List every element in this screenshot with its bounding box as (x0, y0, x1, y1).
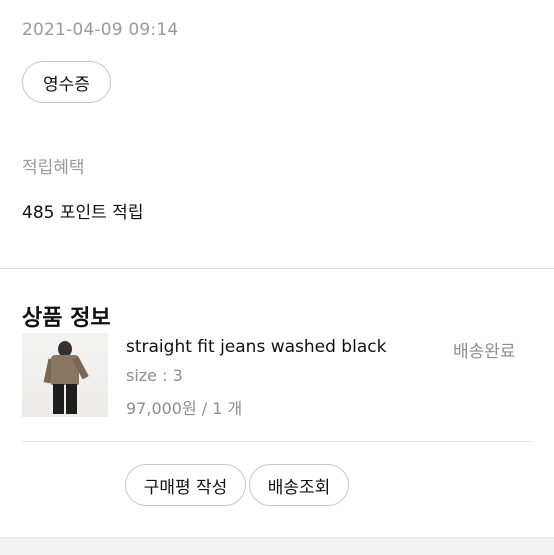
track-delivery-button[interactable]: 배송조회 (249, 464, 349, 506)
bottom-section-separator (0, 537, 554, 555)
product-info-title: 상품 정보 (22, 306, 111, 331)
delivery-status: 배송완료 (453, 342, 516, 362)
product-thumbnail[interactable] (22, 333, 108, 417)
item-divider (22, 441, 532, 442)
write-review-button[interactable]: 구매평 작성 (125, 464, 246, 506)
thumbnail-figure-leg (53, 384, 64, 414)
product-price-quantity: 97,000원 / 1 개 (126, 399, 243, 418)
order-datetime: 2021-04-09 09:14 (22, 20, 179, 40)
receipt-button[interactable]: 영수증 (22, 61, 111, 103)
benefit-value: 485 포인트 적립 (22, 203, 144, 223)
section-divider (0, 268, 554, 269)
benefit-label: 적립혜택 (22, 158, 85, 178)
product-name[interactable]: straight fit jeans washed black (126, 337, 386, 357)
thumbnail-figure-leg (66, 384, 77, 414)
product-size: size : 3 (126, 366, 183, 385)
